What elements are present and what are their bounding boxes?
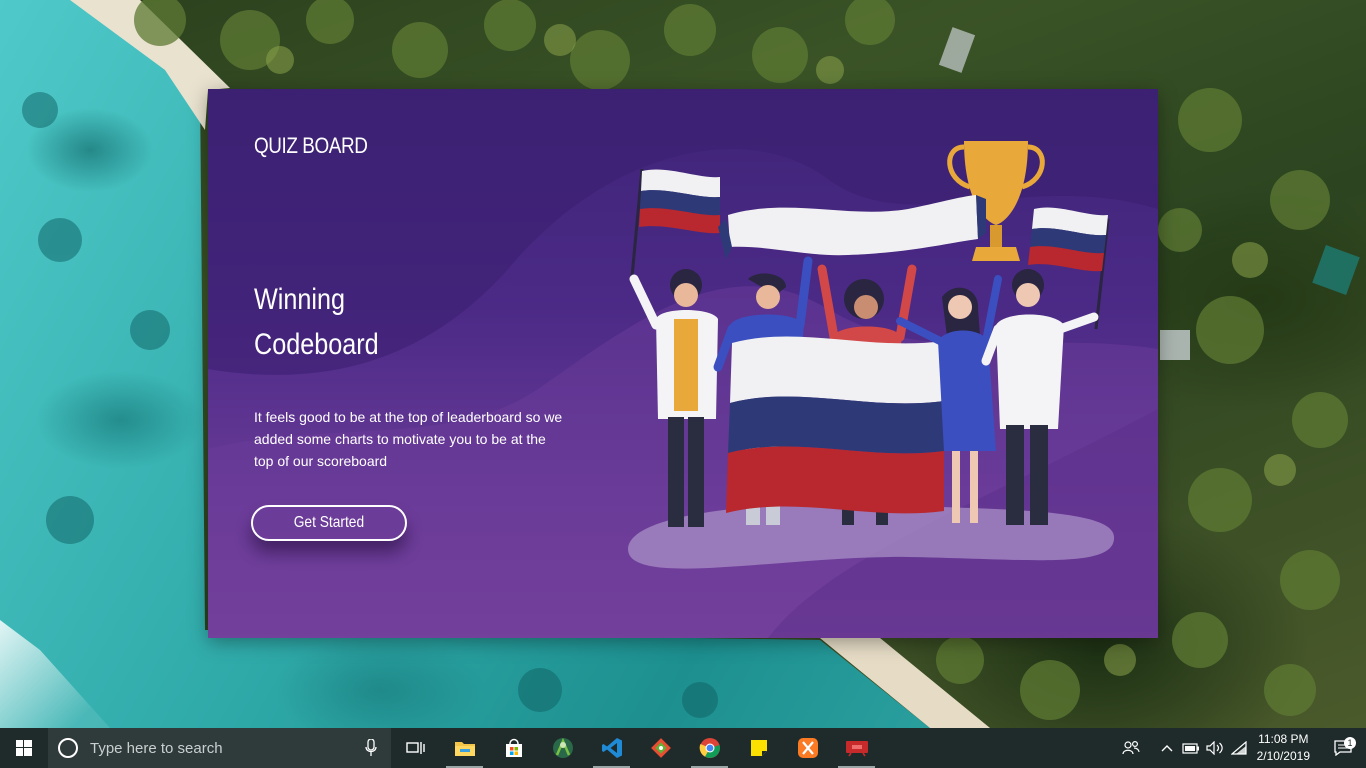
hero-headline: Winning Codeboard (254, 277, 379, 367)
microsoft-store-icon (505, 738, 522, 757)
headline-line-2: Codeboard (254, 328, 379, 361)
notification-count-badge: 1 (1344, 737, 1356, 749)
brand-logo: QUIZ BOARD (254, 133, 368, 158)
fan-right (981, 269, 1099, 525)
xampp-icon (797, 738, 818, 758)
celebration-illustration (628, 141, 1115, 569)
windows-logo-icon (16, 740, 32, 756)
people-icon (1122, 740, 1140, 755)
volume-icon (1206, 741, 1223, 755)
presentation-app-icon (845, 741, 868, 757)
battery-icon (1182, 743, 1199, 754)
quiz-board-landing-card: QUIZ BOARD Winning Codeboard It feels go… (208, 89, 1158, 638)
chevron-up-icon (1161, 745, 1173, 752)
show-hidden-icons-button[interactable] (1155, 744, 1179, 752)
system-tray: 11:08 PM 2/10/2019 1 (1119, 728, 1366, 768)
left-flag-icon (630, 168, 720, 278)
taskbar-git[interactable] (636, 728, 685, 768)
get-started-button[interactable]: Get Started (251, 505, 407, 541)
task-view-icon (405, 742, 425, 754)
cortana-icon (58, 738, 78, 758)
file-explorer-icon (454, 742, 475, 756)
windows-taskbar: Type here to search 11:08 PM 2/10/2019 1 (0, 728, 1366, 768)
sticky-notes-icon (750, 740, 767, 756)
taskbar-sticky-notes[interactable] (734, 728, 783, 768)
hero-description: It feels good to be at the top of leader… (254, 409, 563, 469)
get-started-label: Get Started (293, 514, 365, 531)
task-view-button[interactable] (391, 728, 440, 768)
git-icon (650, 738, 671, 758)
microphone-icon[interactable] (365, 739, 377, 757)
taskbar-chrome[interactable] (685, 728, 734, 768)
clock-time: 11:08 PM (1258, 732, 1309, 746)
headline-line-1: Winning (254, 283, 346, 316)
right-flag-icon (1028, 207, 1110, 330)
chrome-icon (699, 738, 720, 758)
taskbar-presentation-app[interactable] (832, 728, 881, 768)
visual-studio-code-icon (601, 738, 622, 758)
taskbar-store[interactable] (489, 728, 538, 768)
network-button[interactable] (1227, 741, 1251, 755)
clock-date: 2/10/2019 (1256, 749, 1310, 763)
action-center-button[interactable]: 1 (1320, 737, 1366, 756)
taskbar-vscode[interactable] (587, 728, 636, 768)
taskbar-clock[interactable]: 11:08 PM 2/10/2019 (1257, 731, 1310, 765)
volume-button[interactable] (1203, 741, 1227, 755)
big-flag-icon (726, 336, 944, 514)
search-placeholder: Type here to search (90, 739, 223, 757)
taskbar-file-explorer[interactable] (440, 728, 489, 768)
start-button[interactable] (0, 728, 48, 768)
android-studio-icon (552, 737, 573, 758)
people-button[interactable] (1119, 740, 1143, 756)
taskbar-xampp[interactable] (783, 728, 832, 768)
taskbar-android-studio[interactable] (538, 728, 587, 768)
fan-left (629, 269, 718, 527)
taskbar-search-box[interactable]: Type here to search (48, 728, 391, 768)
wifi-icon (1230, 741, 1247, 755)
battery-button[interactable] (1179, 742, 1203, 754)
top-banner (728, 195, 978, 256)
